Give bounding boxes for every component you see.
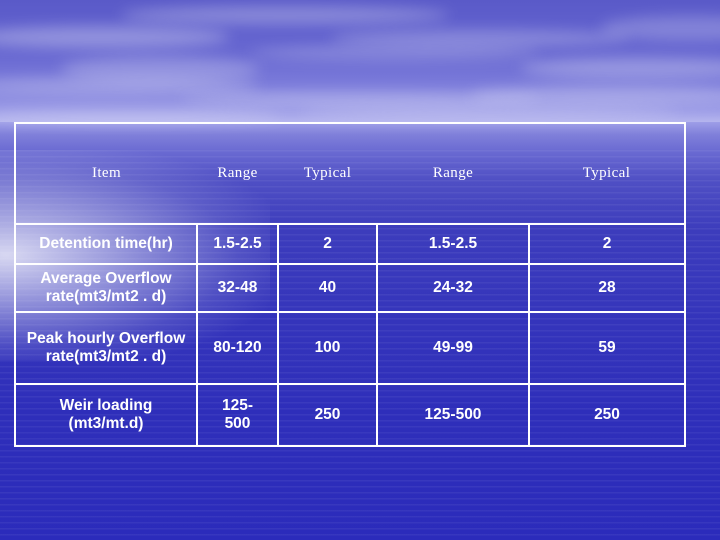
- cell-item-peak-hourly-overflow-rate: Peak hourly Overflow rate(mt3/mt2 . d): [14, 311, 198, 385]
- cell-typical2-weir-loading: 250: [528, 383, 686, 447]
- cell-item-weir-loading: Weir loading (mt3/mt.d): [14, 383, 198, 447]
- spec-table-container: Item Range Typical Range Typical Detenti…: [14, 122, 686, 447]
- header-cell-range-1: Range: [197, 122, 278, 224]
- header-cell-range-2: Range: [377, 122, 529, 224]
- cell-range2-detention-time: 1.5-2.5: [376, 223, 530, 265]
- table-row: Peak hourly Overflow rate(mt3/mt2 . d) 8…: [14, 311, 686, 385]
- item-label-line-2: rate(mt3/mt2 . d): [45, 348, 167, 365]
- cell-typical1-detention-time: 2: [277, 223, 378, 265]
- header-cell-typical-2: Typical: [529, 122, 686, 224]
- item-label-line-1: Weir loading: [59, 396, 153, 414]
- cell-typical1-weir-loading: 250: [277, 383, 378, 447]
- item-label-line-1: Average Overflow: [40, 269, 172, 287]
- cell-range2-average-overflow: 24-32: [376, 263, 530, 313]
- table-row: Weir loading (mt3/mt.d) 125- 500 250 125…: [14, 383, 686, 447]
- item-label-line-2: (mt3/mt.d): [68, 415, 144, 432]
- range-value-line-1: 125-: [221, 396, 254, 414]
- header-cell-item: Item: [14, 122, 197, 224]
- clarifier-design-table: Item Range Typical Range Typical Detenti…: [14, 122, 686, 447]
- cell-range2-peak-hourly: 49-99: [376, 311, 530, 385]
- cell-typical2-peak-hourly: 59: [528, 311, 686, 385]
- cell-typical1-peak-hourly: 100: [277, 311, 378, 385]
- cell-range1-weir-loading: 125- 500: [196, 383, 279, 447]
- cell-range2-weir-loading: 125-500: [376, 383, 530, 447]
- slide-canvas: Item Range Typical Range Typical Detenti…: [0, 0, 720, 540]
- table-row: Average Overflow rate(mt3/mt2 . d) 32-48…: [14, 263, 686, 313]
- cell-range1-average-overflow: 32-48: [196, 263, 279, 313]
- cell-typical1-average-overflow: 40: [277, 263, 378, 313]
- sky-background: [0, 0, 720, 124]
- cell-range1-detention-time: 1.5-2.5: [196, 223, 279, 265]
- cell-item-average-overflow-rate: Average Overflow rate(mt3/mt2 . d): [14, 263, 198, 313]
- item-label-line-2: rate(mt3/mt2 . d): [45, 288, 167, 305]
- range-value-line-2: 500: [224, 415, 251, 432]
- item-label-line-1: Peak hourly Overflow: [26, 329, 186, 347]
- cell-range1-peak-hourly: 80-120: [196, 311, 279, 385]
- table-header-row: Item Range Typical Range Typical: [14, 122, 686, 224]
- cell-typical2-average-overflow: 28: [528, 263, 686, 313]
- header-cell-typical-1: Typical: [278, 122, 377, 224]
- cell-typical2-detention-time: 2: [528, 223, 686, 265]
- table-row: Detention time(hr) 1.5-2.5 2 1.5-2.5 2: [14, 223, 686, 265]
- cell-item-detention-time: Detention time(hr): [14, 223, 198, 265]
